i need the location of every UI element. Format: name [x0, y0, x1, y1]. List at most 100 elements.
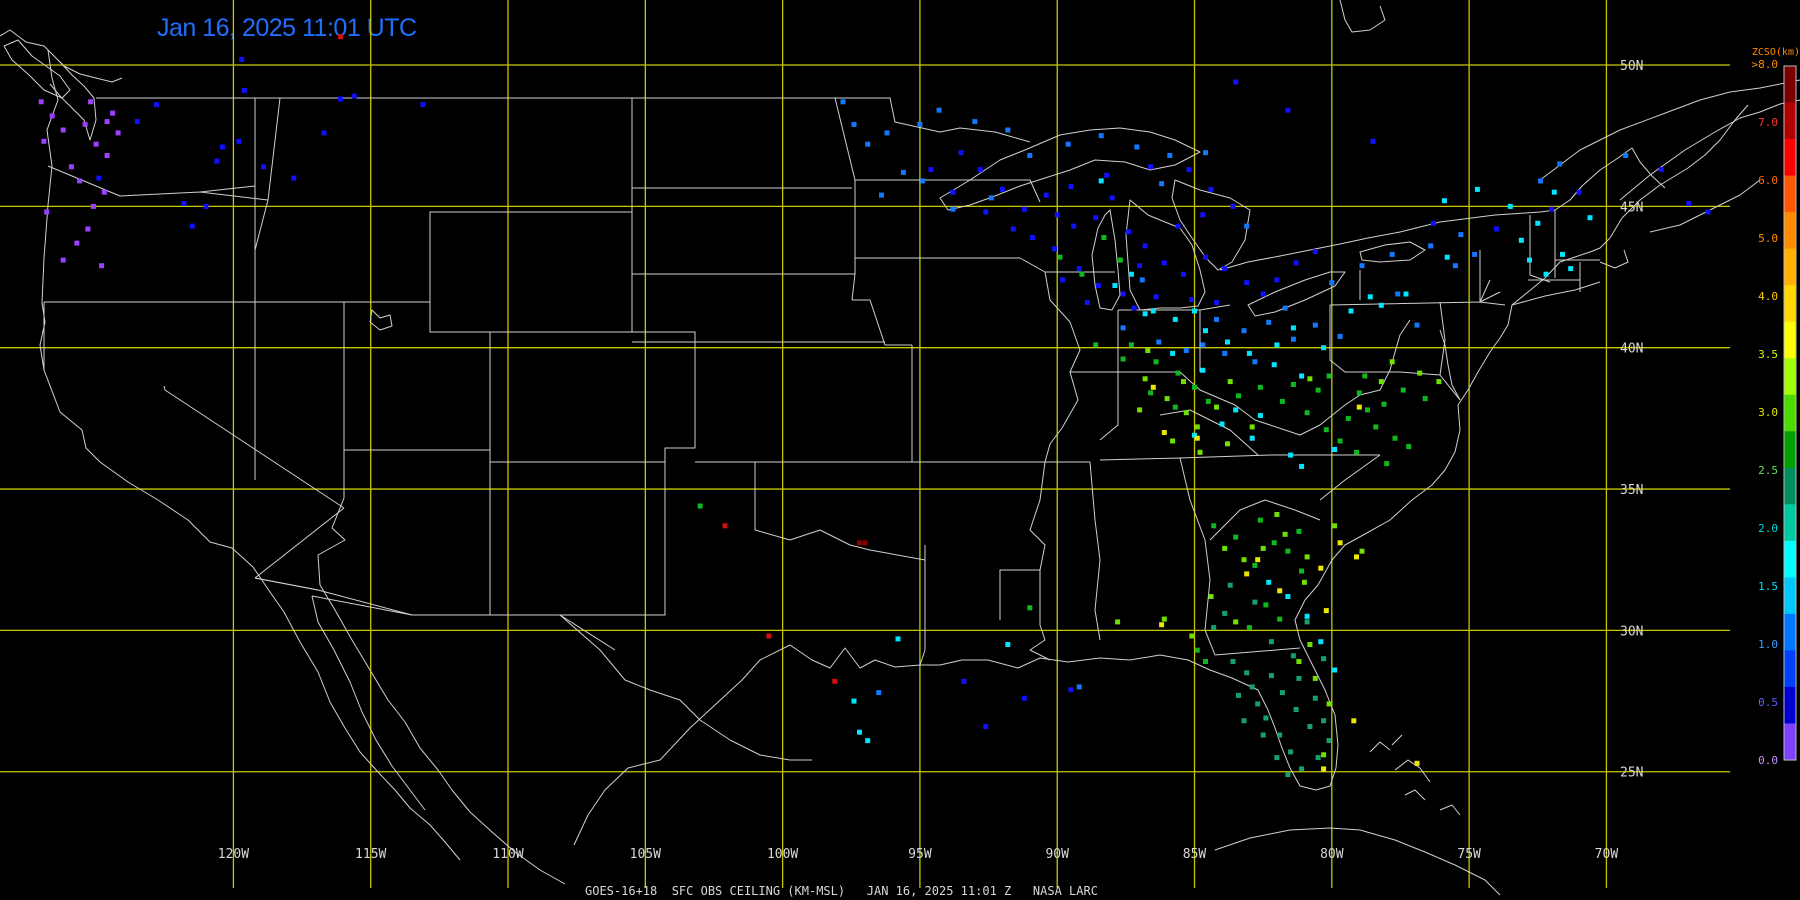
lon-label: 105W: [630, 847, 661, 862]
lat-label: 45N: [1620, 200, 1643, 215]
station-marker: [1312, 695, 1318, 701]
station-marker: [972, 119, 978, 125]
station-marker: [1354, 449, 1359, 455]
station-marker: [1321, 345, 1327, 351]
station-marker: [1507, 203, 1513, 209]
station-marker: [1494, 226, 1500, 232]
station-marker: [41, 138, 47, 144]
station-marker: [1200, 212, 1206, 218]
station-marker: [1194, 435, 1200, 441]
station-marker: [1266, 579, 1272, 585]
station-marker: [1441, 198, 1447, 204]
station-marker: [1312, 322, 1318, 328]
station-marker: [1098, 178, 1104, 184]
legend-swatch: [1784, 248, 1796, 286]
station-marker: [895, 636, 901, 642]
station-marker: [1230, 203, 1236, 209]
station-marker: [1527, 257, 1532, 263]
station-marker: [1290, 382, 1296, 387]
station-marker: [1268, 673, 1274, 679]
station-marker: [1260, 291, 1266, 297]
station-marker: [988, 195, 994, 201]
station-marker: [1576, 189, 1582, 195]
station-marker: [1312, 249, 1318, 255]
station-marker: [1538, 178, 1543, 184]
station-marker: [1321, 656, 1327, 662]
hudson-bay-shore: [1339, 0, 1386, 33]
station-marker: [1395, 291, 1401, 297]
station-marker: [1337, 540, 1343, 546]
station-marker: [1551, 189, 1557, 195]
station-marker: [1260, 732, 1266, 738]
station-marker: [1277, 732, 1283, 738]
station-marker: [1518, 237, 1524, 243]
station-marker: [1392, 435, 1398, 441]
station-marker: [936, 107, 942, 113]
station-marker: [77, 178, 83, 184]
station-marker: [1241, 718, 1247, 724]
station-marker: [1274, 512, 1280, 517]
station-marker: [1148, 164, 1154, 170]
legend-tick-label: 1.5: [1758, 580, 1778, 593]
station-marker: [1101, 235, 1107, 240]
station-marker: [93, 141, 99, 147]
station-marker: [1296, 675, 1302, 681]
goes-ceiling-map: Jan 16, 2025 11:01 UTC 120W 115W 110W 10…: [0, 0, 1800, 900]
station-marker: [1203, 150, 1208, 156]
station-marker: [1323, 608, 1329, 614]
station-marker: [1257, 413, 1263, 418]
station-marker: [1065, 141, 1071, 147]
station-marker: [1093, 342, 1099, 348]
station-marker: [1175, 223, 1181, 229]
great-salt-lake: [369, 309, 393, 331]
station-marker: [865, 738, 871, 744]
station-marker: [1274, 755, 1280, 761]
station-marker: [236, 138, 242, 144]
station-marker: [1109, 195, 1115, 201]
station-marker: [1299, 463, 1305, 469]
station-marker: [181, 201, 187, 206]
station-marker: [1203, 328, 1208, 334]
station-marker: [351, 93, 357, 99]
station-marker: [338, 34, 343, 40]
station-marker: [1068, 687, 1074, 693]
baja-west: [311, 595, 426, 811]
station-marker: [44, 209, 50, 215]
station-marker: [1329, 280, 1335, 286]
station-marker: [115, 130, 121, 136]
station-marker: [1255, 557, 1261, 563]
station-marker: [104, 153, 110, 158]
station-marker: [1277, 588, 1283, 594]
map-canvas[interactable]: 120W 115W 110W 105W 100W 95W 90W 85W 80W 75W 70W 50…: [0, 0, 1800, 900]
station-marker: [1321, 766, 1327, 772]
station-marker: [1304, 410, 1310, 416]
station-marker: [977, 167, 983, 173]
lon-label: 120W: [218, 847, 249, 862]
station-marker: [1257, 517, 1263, 523]
station-marker: [90, 203, 96, 209]
station-marker: [1428, 243, 1434, 249]
station-marker: [1321, 718, 1327, 724]
station-marker: [1115, 619, 1121, 625]
station-marker: [1359, 548, 1365, 554]
station-marker: [1233, 407, 1239, 413]
station-marker: [1208, 594, 1214, 599]
lat-label: 30N: [1620, 624, 1643, 639]
station-marker: [1054, 212, 1060, 218]
station-marker: [1299, 373, 1305, 379]
station-marker: [1271, 362, 1277, 368]
lon-label: 90W: [1045, 847, 1069, 862]
station-marker: [1304, 613, 1310, 619]
chesapeake-bay: [1439, 329, 1461, 401]
station-marker: [1153, 359, 1159, 365]
station-marker: [1098, 133, 1104, 139]
station-marker: [1293, 707, 1299, 712]
bc-coast: [0, 29, 123, 83]
legend-tick-label: 0.0: [1758, 754, 1778, 767]
border-east: [1219, 147, 1666, 271]
station-marker: [1296, 528, 1302, 534]
station-marker: [1172, 316, 1178, 322]
legend-tick-label: 1.0: [1758, 638, 1778, 651]
station-marker: [1142, 376, 1148, 382]
station-marker: [1021, 206, 1027, 212]
